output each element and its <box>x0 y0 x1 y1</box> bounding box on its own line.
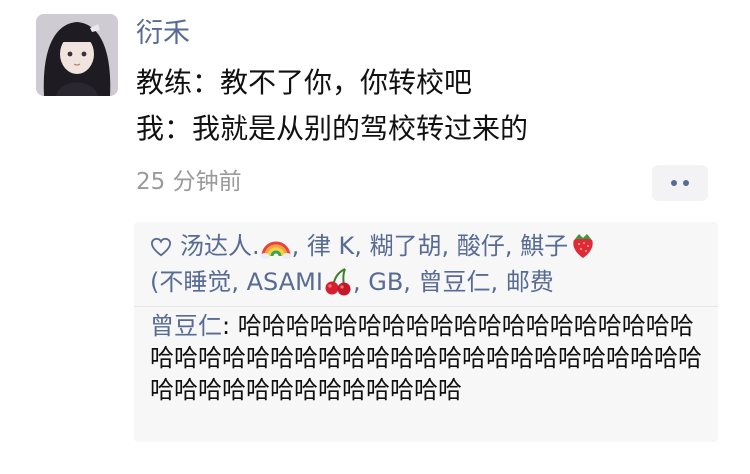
username[interactable]: 衍禾 <box>136 14 190 54</box>
divider <box>134 306 718 307</box>
avatar-image <box>36 14 118 96</box>
like-name[interactable]: (不睡觉 <box>150 268 231 296</box>
cherries-emoji <box>325 268 351 296</box>
likes-line: (不睡觉, ASAMI , GB, 曾豆仁, 邮费 <box>150 264 710 300</box>
dot <box>671 180 677 186</box>
comment-author[interactable]: 曾豆仁 <box>150 312 222 340</box>
comment[interactable]: 曾豆仁: 哈哈哈哈哈哈哈哈哈哈哈哈哈哈哈哈哈哈哈哈哈哈哈哈哈哈哈哈哈哈哈哈哈哈哈… <box>150 310 710 406</box>
strawberry-emoji <box>573 234 593 258</box>
separator: , <box>504 232 521 260</box>
comment-colon: : <box>222 312 238 340</box>
like-name[interactable]: 糊了胡 <box>370 232 442 260</box>
separator: , <box>490 268 506 296</box>
like-name[interactable]: 律 K <box>307 232 354 260</box>
like-name[interactable]: 邮费 <box>506 268 554 296</box>
heart-outline-icon <box>150 237 172 257</box>
like-name[interactable]: 鯕子 <box>520 232 568 260</box>
post-text: 教练：教不了你，你转校吧 我：我就是从别的驾校转过来的 <box>136 60 726 152</box>
separator: , <box>231 268 247 296</box>
like-name[interactable]: 汤达人. <box>180 232 260 260</box>
likes-comments-panel: 汤达人. , 律 K, 糊了胡, 酸仔, 鯕子 (不睡觉, ASAMI , GB… <box>134 222 718 442</box>
separator: , <box>403 268 419 296</box>
rainbow-emoji <box>260 241 292 259</box>
likes-list: 汤达人. , 律 K, 糊了胡, 酸仔, 鯕子 (不睡觉, ASAMI , GB… <box>150 228 710 300</box>
separator: , <box>352 268 369 296</box>
like-name[interactable]: ASAMI <box>247 268 323 296</box>
likes-line: 汤达人. , 律 K, 糊了胡, 酸仔, 鯕子 <box>150 228 710 264</box>
like-name[interactable]: GB <box>368 268 403 296</box>
post-line: 我：我就是从别的驾校转过来的 <box>136 112 529 145</box>
like-name[interactable]: 酸仔 <box>457 232 505 260</box>
dot <box>683 180 689 186</box>
avatar[interactable] <box>36 14 118 96</box>
separator: , <box>441 232 457 260</box>
like-name[interactable]: 曾豆仁 <box>419 268 491 296</box>
separator: , <box>291 232 307 260</box>
timestamp: 25 分钟前 <box>136 169 242 195</box>
more-options-button[interactable] <box>652 165 708 201</box>
separator: , <box>354 232 370 260</box>
post-line: 教练：教不了你，你转校吧 <box>136 66 473 99</box>
